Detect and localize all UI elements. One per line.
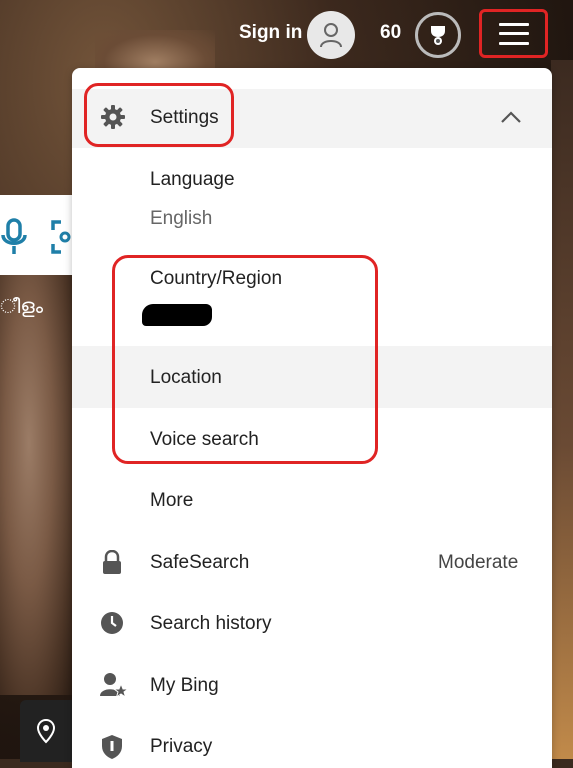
background-right-edge [551, 60, 573, 759]
background-kangaroo-face [0, 275, 72, 695]
user-avatar-icon[interactable] [307, 11, 355, 59]
sign-in-link[interactable]: Sign in [239, 22, 302, 44]
location-chip[interactable] [20, 700, 72, 762]
hamburger-menu-button[interactable] [479, 9, 548, 58]
menu-item-search-history[interactable]: Search history [150, 613, 271, 635]
chevron-up-icon[interactable] [500, 110, 522, 129]
lock-icon [100, 549, 124, 581]
safesearch-value: Moderate [438, 552, 519, 573]
location-pin-icon [36, 718, 56, 744]
settings-annotation-box [84, 83, 234, 147]
menu-item-language[interactable]: Language [150, 169, 235, 191]
menu-item-more[interactable]: More [150, 490, 193, 512]
menu-item-my-bing[interactable]: My Bing [150, 675, 219, 697]
background-page-text: ീളം [0, 294, 43, 318]
menu-item-safesearch[interactable]: SafeSearch [150, 552, 249, 574]
visual-search-icon[interactable] [49, 218, 73, 261]
top-header: Sign in 60 [0, 0, 573, 68]
country-location-voice-annotation-box [112, 255, 378, 464]
microphone-icon[interactable] [0, 218, 30, 261]
menu-item-privacy[interactable]: Privacy [150, 736, 212, 758]
shield-icon [100, 734, 124, 765]
rewards-points[interactable]: 60 [380, 22, 401, 44]
clock-icon [100, 611, 124, 640]
settings-menu-panel: Settings Language English Country/Region… [72, 68, 552, 768]
rewards-trophy-icon[interactable] [415, 12, 461, 58]
hamburger-menu-icon [498, 22, 529, 45]
person-star-icon [100, 672, 130, 703]
language-value: English [150, 208, 213, 229]
